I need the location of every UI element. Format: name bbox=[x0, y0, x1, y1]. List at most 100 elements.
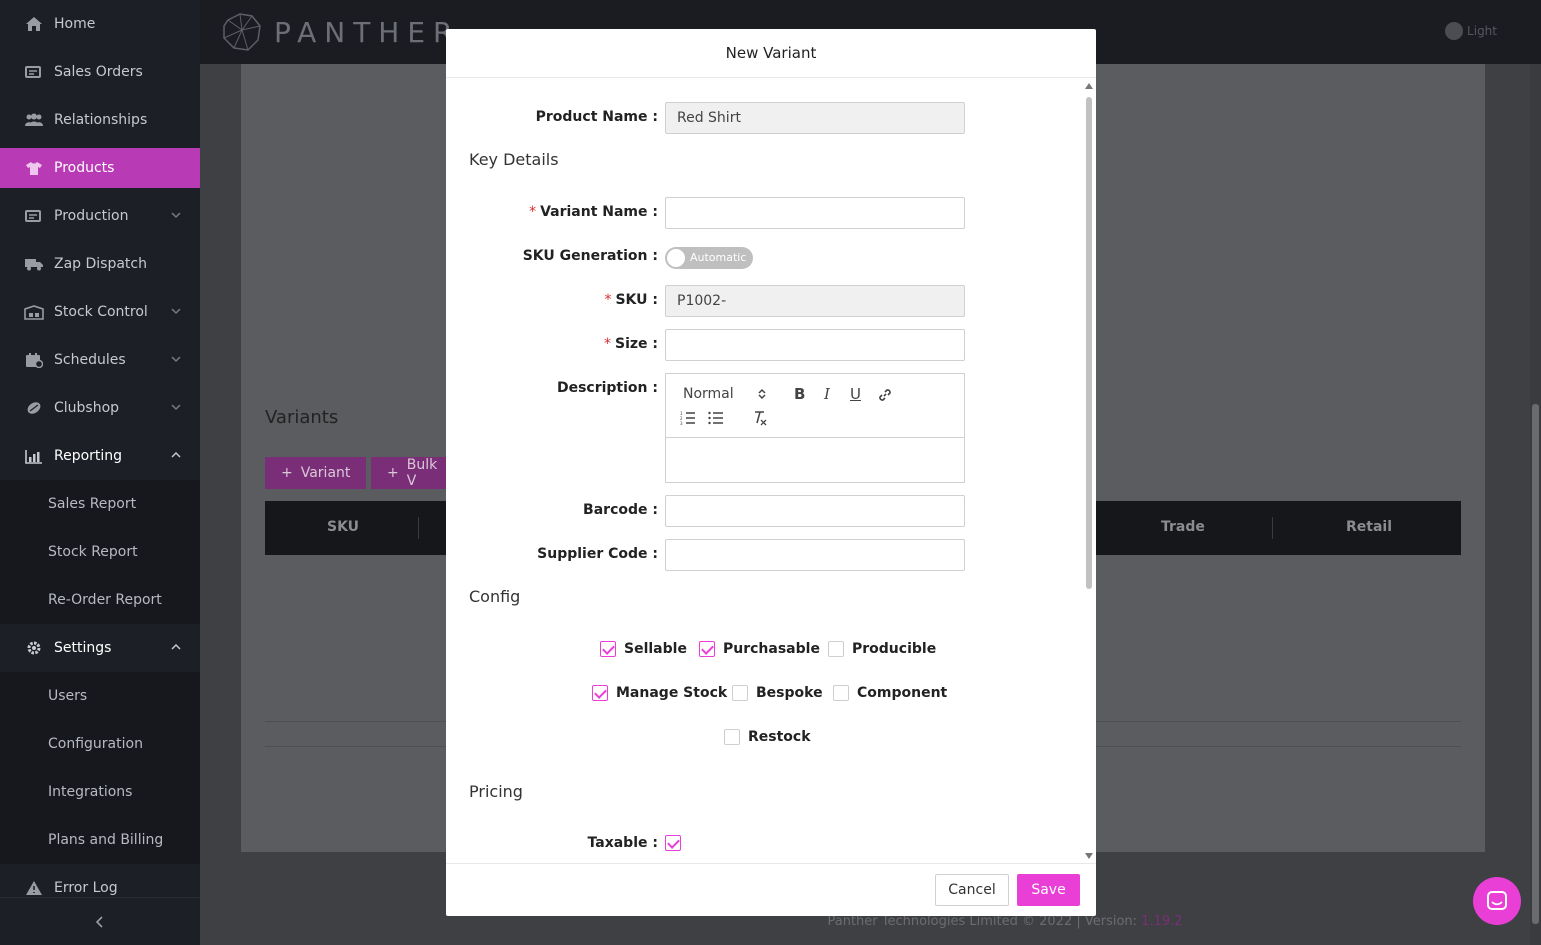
chat-launcher-button[interactable] bbox=[1473, 877, 1521, 925]
chat-icon bbox=[1487, 891, 1507, 910]
add-variant-button[interactable]: + Variant bbox=[265, 457, 367, 489]
sellable-checkbox[interactable]: Sellable bbox=[600, 641, 687, 657]
purchasable-checkbox[interactable]: Purchasable bbox=[699, 641, 820, 657]
sidebar-item-settings[interactable]: Settings bbox=[0, 628, 200, 668]
format-select[interactable]: Normal bbox=[683, 386, 734, 402]
theme-toggle[interactable]: Light bbox=[1445, 22, 1497, 40]
size-input[interactable] bbox=[665, 329, 965, 361]
warehouse-icon bbox=[24, 304, 44, 320]
brand-logo[interactable]: PANTHER bbox=[220, 10, 461, 54]
sidebar-subitem-stock-report[interactable]: Stock Report bbox=[0, 528, 200, 576]
panther-logo-icon bbox=[223, 13, 261, 51]
sidebar-item-clubshop[interactable]: Clubshop bbox=[0, 388, 200, 428]
clear-format-icon[interactable] bbox=[752, 410, 768, 426]
bespoke-checkbox[interactable]: Bespoke bbox=[732, 685, 823, 701]
page-scrollbar[interactable] bbox=[1530, 64, 1541, 945]
gear-icon bbox=[24, 640, 44, 656]
truck-icon bbox=[24, 256, 44, 272]
ordered-list-icon[interactable]: 123 bbox=[680, 411, 696, 425]
barcode-label: Barcode : bbox=[583, 502, 658, 518]
description-label: Description : bbox=[556, 380, 658, 396]
column-header-sku[interactable]: SKU bbox=[327, 519, 359, 535]
sales-orders-icon bbox=[24, 64, 44, 80]
checkbox-unchecked[interactable] bbox=[724, 729, 740, 745]
cancel-button[interactable]: Cancel bbox=[935, 874, 1009, 906]
scroll-down-arrow-icon[interactable] bbox=[1085, 853, 1093, 859]
sku-field: P1002- bbox=[665, 285, 965, 317]
supplier-code-label: Supplier Code : bbox=[537, 546, 658, 562]
toggle-text: Automatic bbox=[690, 251, 747, 264]
save-button[interactable]: Save bbox=[1017, 874, 1080, 906]
checkbox-unchecked[interactable] bbox=[828, 641, 844, 657]
theme-toggle-label: Light bbox=[1467, 24, 1497, 38]
variant-name-input[interactable] bbox=[665, 197, 965, 229]
footer-text: Panther Technologies Limited © 2022 | Ve… bbox=[827, 914, 1142, 929]
column-header-retail[interactable]: Retail bbox=[1346, 519, 1392, 535]
checkbox-checked[interactable] bbox=[600, 641, 616, 657]
sidebar-item-zap-dispatch[interactable]: Zap Dispatch bbox=[0, 244, 200, 284]
sidebar-item-home[interactable]: Home bbox=[0, 4, 200, 44]
sidebar: Home Sales Orders Relationships Products… bbox=[0, 0, 200, 945]
barcode-input[interactable] bbox=[665, 495, 965, 527]
variants-title: Variants bbox=[265, 407, 339, 428]
modal-scrollbar-thumb[interactable] bbox=[1086, 97, 1092, 589]
sku-generation-toggle[interactable]: Automatic bbox=[665, 247, 753, 269]
component-checkbox[interactable]: Component bbox=[833, 685, 947, 701]
sidebar-item-schedules[interactable]: Schedules bbox=[0, 340, 200, 380]
taxable-checkbox[interactable] bbox=[665, 835, 689, 851]
checkbox-unchecked[interactable] bbox=[833, 685, 849, 701]
sidebar-item-label: Error Log bbox=[54, 880, 118, 896]
description-text-area[interactable] bbox=[666, 438, 964, 482]
warning-icon bbox=[24, 880, 44, 896]
footer-version[interactable]: 1.19.2 bbox=[1141, 914, 1182, 929]
sidebar-subitem-sales-report[interactable]: Sales Report bbox=[0, 480, 200, 528]
sidebar-item-sales-orders[interactable]: Sales Orders bbox=[0, 52, 200, 92]
pricing-heading: Pricing bbox=[469, 782, 523, 801]
scroll-up-arrow-icon[interactable] bbox=[1085, 83, 1093, 89]
sidebar-subitem-reorder-report[interactable]: Re-Order Report bbox=[0, 576, 200, 624]
sidebar-item-production[interactable]: Production bbox=[0, 196, 200, 236]
sku-generation-label: SKU Generation : bbox=[522, 248, 658, 264]
manage-stock-checkbox[interactable]: Manage Stock bbox=[592, 685, 727, 701]
shirt-icon bbox=[24, 160, 44, 176]
link-icon[interactable] bbox=[877, 387, 893, 403]
sidebar-subitem-integrations[interactable]: Integrations bbox=[0, 768, 200, 816]
product-name-field: Red Shirt bbox=[665, 102, 965, 134]
toggle-knob bbox=[667, 249, 685, 267]
sidebar-item-label: Home bbox=[54, 16, 96, 32]
sidebar-item-relationships[interactable]: Relationships bbox=[0, 100, 200, 140]
modal-scrollbar[interactable] bbox=[1084, 81, 1094, 861]
page-scrollbar-thumb[interactable] bbox=[1532, 404, 1539, 924]
restock-checkbox[interactable]: Restock bbox=[724, 729, 811, 745]
sidebar-collapse-button[interactable] bbox=[0, 897, 200, 945]
column-separator bbox=[418, 517, 419, 539]
sidebar-subitem-plans-billing[interactable]: Plans and Billing bbox=[0, 816, 200, 864]
description-editor: Normal B I U 123 bbox=[665, 373, 965, 483]
product-name-label: Product Name : bbox=[535, 109, 658, 125]
theme-toggle-knob bbox=[1445, 22, 1464, 40]
bold-button[interactable]: B bbox=[794, 385, 805, 403]
sidebar-item-stock-control[interactable]: Stock Control bbox=[0, 292, 200, 332]
checkbox-checked[interactable] bbox=[665, 835, 681, 851]
svg-text:3: 3 bbox=[680, 421, 683, 425]
column-header-trade[interactable]: Trade bbox=[1161, 519, 1205, 535]
checkbox-checked[interactable] bbox=[699, 641, 715, 657]
add-variant-label: Variant bbox=[300, 465, 351, 481]
sidebar-item-products[interactable]: Products bbox=[0, 148, 200, 188]
config-heading: Config bbox=[469, 587, 521, 606]
producible-checkbox[interactable]: Producible bbox=[828, 641, 936, 657]
sidebar-subitem-users[interactable]: Users bbox=[0, 672, 200, 720]
underline-button[interactable]: U bbox=[850, 385, 861, 403]
modal-body: Product Name : Red Shirt Key Details * Va… bbox=[446, 78, 1096, 863]
size-label: * Size : bbox=[603, 336, 658, 352]
sidebar-subitem-configuration[interactable]: Configuration bbox=[0, 720, 200, 768]
bulk-variant-label: Bulk V bbox=[406, 457, 438, 489]
checkbox-unchecked[interactable] bbox=[732, 685, 748, 701]
bullet-list-icon[interactable] bbox=[708, 411, 724, 425]
chevron-up-icon bbox=[171, 451, 181, 458]
checkbox-checked[interactable] bbox=[592, 685, 608, 701]
sidebar-item-reporting[interactable]: Reporting bbox=[0, 436, 200, 476]
supplier-code-input[interactable] bbox=[665, 539, 965, 571]
plus-icon: + bbox=[281, 465, 293, 481]
italic-button[interactable]: I bbox=[824, 385, 830, 403]
